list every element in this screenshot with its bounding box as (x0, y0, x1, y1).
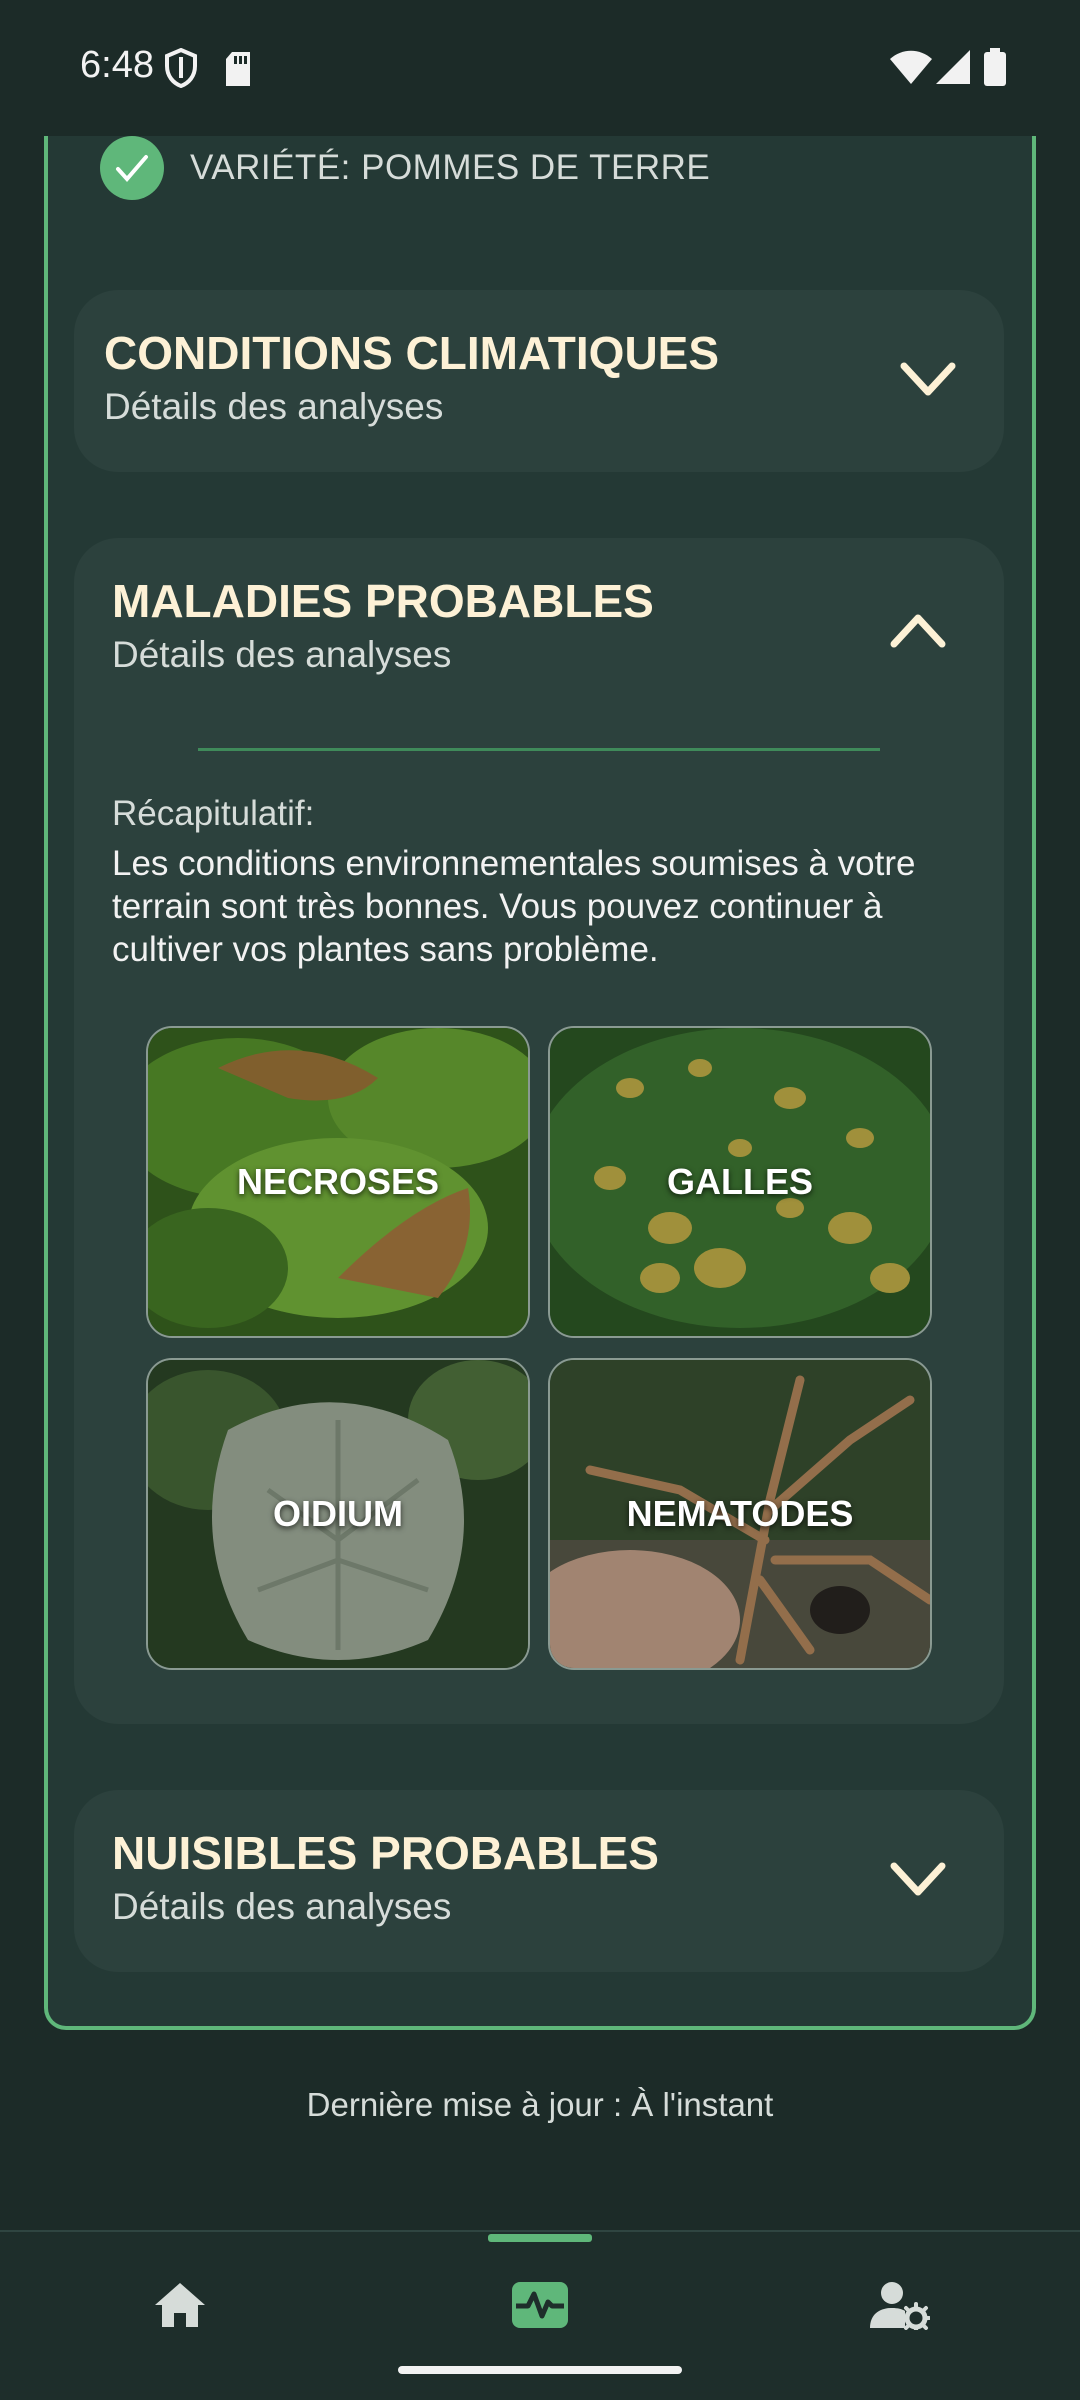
nav-account[interactable] (855, 2270, 945, 2340)
section-subtitle: Détails des analyses (112, 634, 452, 675)
tile-label: GALLES (666, 1161, 813, 1202)
section-subtitle: Détails des analyses (112, 1886, 452, 1927)
chevron-up-icon[interactable] (888, 610, 948, 650)
chevron-down-icon[interactable] (898, 360, 958, 400)
sd-card-icon (226, 52, 250, 86)
active-tab-indicator (488, 2234, 592, 2242)
variety-row: VARIÉTÉ: POMMES DE TERRE (100, 136, 710, 200)
status-bar: 6:48 (0, 0, 1080, 136)
disease-tile-oidium[interactable]: OIDIUM (146, 1358, 530, 1670)
section-title: NUISIBLES PROBABLES (112, 1827, 659, 1879)
nav-home[interactable] (135, 2270, 225, 2340)
home-icon (155, 2283, 205, 2327)
pulse-monitor-icon (512, 2282, 568, 2328)
recap-label: Récapitulatif: (112, 794, 315, 833)
section-title: CONDITIONS CLIMATIQUES (104, 327, 720, 379)
recap-text: Les conditions environnementales soumise… (112, 844, 916, 969)
status-time: 6:48 (80, 44, 154, 86)
disease-tile-necroses[interactable]: NECROSES (146, 1026, 530, 1338)
gesture-handle[interactable] (398, 2366, 682, 2374)
section-climate[interactable]: CONDITIONS CLIMATIQUES Détails des analy… (74, 290, 1004, 472)
battery-icon (984, 48, 1006, 86)
disease-tile-galles[interactable]: GALLES (548, 1026, 932, 1338)
tile-label: NECROSES (236, 1161, 440, 1202)
app-screen: 6:48 VARIÉTÉ: POMMES DE TERRE CONDITIONS… (0, 0, 1080, 2400)
check-circle-icon (100, 136, 164, 200)
user-settings-icon (870, 2282, 930, 2330)
section-divider (198, 748, 880, 751)
shield-icon (165, 48, 197, 88)
section-diseases: MALADIES PROBABLES Détails des analyses … (74, 538, 1004, 1724)
disease-tile-nematodes[interactable]: NEMATODES (548, 1358, 932, 1670)
section-pests[interactable]: NUISIBLES PROBABLES Détails des analyses (74, 1790, 1004, 1972)
section-title[interactable]: MALADIES PROBABLES (112, 574, 654, 628)
nav-analysis[interactable] (495, 2270, 585, 2340)
wifi-icon (890, 50, 932, 84)
tile-label: OIDIUM (273, 1493, 403, 1534)
section-subtitle: Détails des analyses (104, 386, 444, 427)
cell-signal-icon (936, 50, 970, 84)
chevron-down-icon[interactable] (888, 1860, 948, 1900)
last-update-text: Dernière mise à jour : À l'instant (306, 2086, 774, 2123)
tile-label: NEMATODES (626, 1493, 854, 1534)
variety-label: VARIÉTÉ: POMMES DE TERRE (190, 148, 711, 187)
